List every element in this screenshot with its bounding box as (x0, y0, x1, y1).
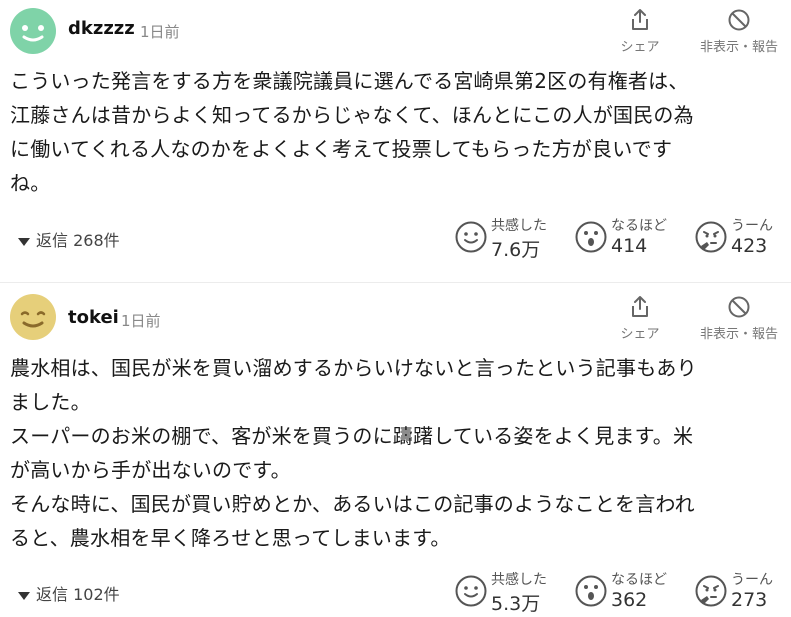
replies-count: 返信 268件 (36, 231, 120, 250)
reaction-label: なるほど (611, 572, 667, 588)
reaction-label: うーん (731, 218, 773, 234)
reaction-hmm-button[interactable]: うーん 423 (695, 215, 785, 263)
comment-line: 農水相は、国民が米を買い溜めするからいけないと言ったという記事もあり (10, 356, 697, 380)
replies-toggle[interactable]: 返信 102件 (18, 581, 120, 605)
smile-face-icon (455, 221, 487, 253)
share-icon (612, 8, 668, 32)
reaction-hmm-button[interactable]: うーん 273 (695, 569, 785, 617)
share-button[interactable]: シェア (612, 295, 668, 342)
comment-line: に働いてくれる人なのかをよくよく考えて投票してもらった方が良いです (10, 137, 673, 161)
surprised-face-icon (575, 221, 607, 253)
block-icon (692, 295, 786, 319)
comment-line: スーパーのお米の棚で、客が米を買うのに躊躇している姿をよく見ます。米 (10, 424, 694, 448)
username[interactable]: dkzzzz (68, 18, 135, 39)
reaction-count: 7.6万 (491, 239, 541, 261)
avatar-face-icon (10, 8, 56, 54)
avatar-face-icon (10, 294, 56, 340)
comment-line: こういった発言をする方を衆議院議員に選んでる宮崎県第2区の有権者は、 (10, 69, 689, 93)
share-icon (612, 295, 668, 319)
hide-report-button[interactable]: 非表示・報告 (692, 295, 786, 342)
comment-line: ると、農水相を早く降ろせと思ってしまいます。 (10, 526, 451, 550)
reaction-count: 423 (731, 235, 768, 257)
comment-line: が高いから手が出ないのです。 (10, 458, 291, 482)
reaction-count: 414 (611, 235, 648, 257)
avatar[interactable] (10, 294, 56, 340)
comment-body: こういった発言をする方を衆議院議員に選んでる宮崎県第2区の有権者は、 江藤さんは… (10, 64, 780, 200)
timestamp: 1日前 (121, 312, 161, 330)
share-button[interactable]: シェア (612, 8, 668, 55)
replies-count: 返信 102件 (36, 585, 120, 604)
reaction-agree-button[interactable]: 共感した 7.6万 (455, 215, 560, 263)
share-label: シェア (620, 327, 660, 342)
hide-report-label: 非表示・報告 (699, 327, 778, 342)
comment-line: そんな時に、国民が買い貯めとか、あるいはこの記事のようなことを言われ (10, 492, 695, 516)
comment-item: tokei 1日前 シェア 非表示・報告 農水相は、国民が米を買い溜めするからい… (0, 282, 791, 617)
reaction-insightful-button[interactable]: なるほど 362 (575, 569, 680, 617)
comment-line: ね。 (10, 171, 51, 195)
reaction-count: 5.3万 (491, 593, 541, 615)
hide-report-label: 非表示・報告 (699, 40, 778, 55)
comment-item: dkzzzz 1日前 シェア 非表示・報告 こういった発言をする方を衆議院議員に… (0, 0, 791, 282)
reaction-label: 共感した (491, 218, 547, 234)
share-label: シェア (620, 40, 660, 55)
reaction-count: 362 (611, 589, 648, 611)
smile-face-icon (455, 575, 487, 607)
username[interactable]: tokei (68, 307, 119, 328)
caret-down-icon (18, 591, 30, 600)
reaction-agree-button[interactable]: 共感した 5.3万 (455, 569, 560, 617)
thinking-face-icon (695, 575, 727, 607)
block-icon (692, 8, 786, 32)
surprised-face-icon (575, 575, 607, 607)
comment-body: 農水相は、国民が米を買い溜めするからいけないと言ったという記事もあり ました。 … (10, 351, 780, 555)
comment-line: 江藤さんは昔からよく知ってるからじゃなくて、ほんとにこの人が国民の為 (10, 103, 694, 127)
reaction-count: 273 (731, 589, 768, 611)
comment-line: ました。 (10, 390, 91, 414)
reaction-label: 共感した (491, 572, 547, 588)
thinking-face-icon (695, 221, 727, 253)
reaction-label: なるほど (611, 218, 667, 234)
reaction-label: うーん (731, 572, 773, 588)
replies-toggle[interactable]: 返信 268件 (18, 227, 120, 251)
reaction-insightful-button[interactable]: なるほど 414 (575, 215, 680, 263)
hide-report-button[interactable]: 非表示・報告 (692, 8, 786, 55)
caret-down-icon (18, 237, 30, 246)
avatar[interactable] (10, 8, 56, 54)
timestamp: 1日前 (140, 23, 180, 41)
